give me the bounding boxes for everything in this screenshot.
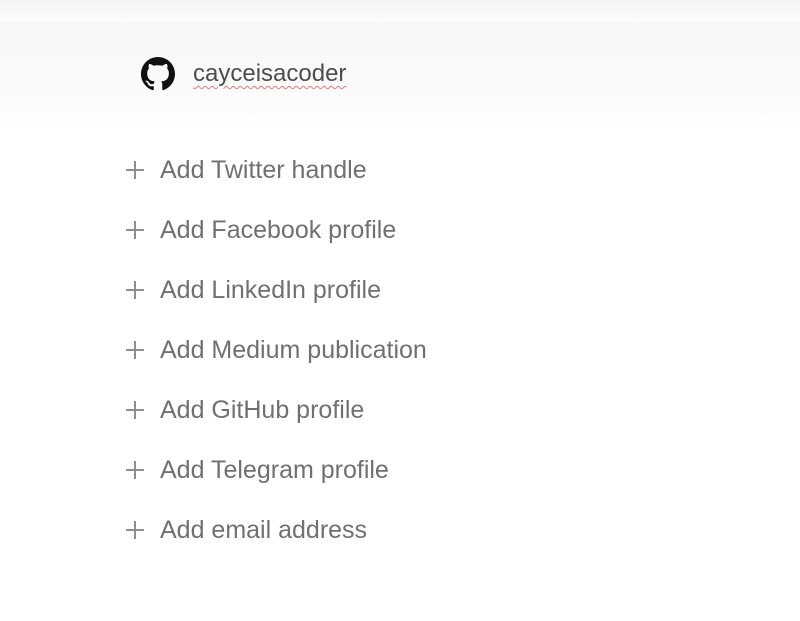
plus-icon [124,279,146,301]
add-twitter-handle-label: Add Twitter handle [160,155,367,184]
add-facebook-profile-label: Add Facebook profile [160,215,397,244]
plus-icon [124,399,146,421]
account-header-background [0,22,800,132]
add-github-profile[interactable]: Add GitHub profile [124,380,544,440]
add-telegram-profile-label: Add Telegram profile [160,455,389,484]
github-account-row[interactable]: cayceisacoder [141,56,346,92]
add-email-address-label: Add email address [160,515,368,544]
plus-icon [124,219,146,241]
plus-icon [124,339,146,361]
add-github-profile-label: Add GitHub profile [160,395,365,424]
social-links-list: Add Twitter handle Add Facebook profile … [124,140,544,560]
add-telegram-profile[interactable]: Add Telegram profile [124,440,544,500]
add-twitter-handle[interactable]: Add Twitter handle [124,140,544,200]
add-linkedin-profile-label: Add LinkedIn profile [160,275,381,304]
add-linkedin-profile[interactable]: Add LinkedIn profile [124,260,544,320]
github-icon [141,57,175,91]
add-email-address[interactable]: Add email address [124,500,544,560]
top-bar [0,0,800,22]
add-medium-publication[interactable]: Add Medium publication [124,320,544,380]
plus-icon [124,159,146,181]
add-medium-publication-label: Add Medium publication [160,335,427,364]
plus-icon [124,519,146,541]
github-username[interactable]: cayceisacoder [193,62,346,86]
add-facebook-profile[interactable]: Add Facebook profile [124,200,544,260]
plus-icon [124,459,146,481]
